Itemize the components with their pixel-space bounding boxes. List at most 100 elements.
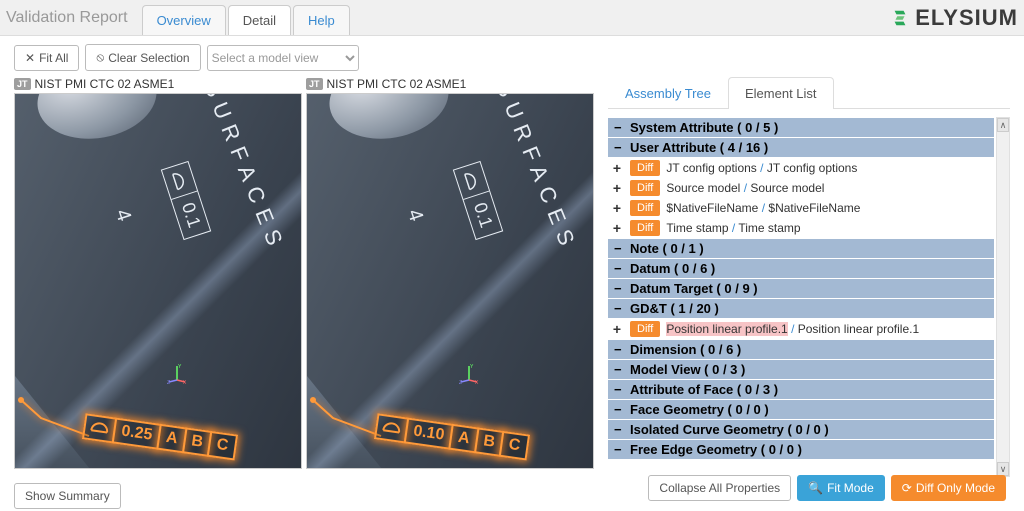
section-title: Free Edge Geometry ( 0 / 0 ) — [630, 442, 802, 457]
tab-assembly-tree[interactable]: Assembly Tree — [608, 77, 728, 109]
section-title: System Attribute ( 0 / 5 ) — [630, 120, 778, 135]
toolbar: ✕ Fit All ⦸ Clear Selection Select a mod… — [0, 36, 1024, 77]
viewer-right: JT NIST PMI CTC 02 ASME1 4 0.1 SURFACES … — [306, 77, 594, 477]
axis-triad-icon: Y X Z — [459, 364, 479, 384]
section-isolated-curve-geometry[interactable]: −Isolated Curve Geometry ( 0 / 0 ) — [608, 420, 994, 439]
section-user-attribute[interactable]: −User Attribute ( 4 / 16 ) — [608, 138, 994, 157]
jt-badge: JT — [14, 78, 31, 90]
user-attr-row: + Diff $NativeFileName / $NativeFileName — [608, 198, 994, 218]
diff-b: JT config options — [767, 161, 858, 175]
user-attr-row: + Diff JT config options / JT config optio… — [608, 158, 994, 178]
fit-all-button[interactable]: ✕ Fit All — [14, 45, 79, 71]
section-title: Datum Target ( 0 / 9 ) — [630, 281, 758, 296]
section-title: Datum ( 0 / 6 ) — [630, 261, 715, 276]
diff-pair: JT config options / JT config options — [666, 161, 857, 175]
svg-text:X: X — [475, 380, 479, 384]
scroll-up-icon[interactable]: ∧ — [997, 118, 1009, 132]
scrollbar[interactable]: ∧ ∨ — [996, 117, 1010, 477]
expand-icon[interactable]: + — [610, 200, 624, 216]
tab-element-list[interactable]: Element List — [728, 77, 834, 109]
diff-only-label: Diff Only Mode — [916, 481, 995, 495]
section-attribute-of-face[interactable]: −Attribute of Face ( 0 / 3 ) — [608, 380, 994, 399]
section-gdt[interactable]: −GD&T ( 1 / 20 ) — [608, 299, 994, 318]
magnifier-icon: 🔍 — [808, 481, 823, 495]
section-datum-target[interactable]: −Datum Target ( 0 / 9 ) — [608, 279, 994, 298]
clear-selection-button[interactable]: ⦸ Clear Selection — [85, 44, 200, 71]
section-title: Attribute of Face ( 0 / 3 ) — [630, 382, 778, 397]
collapse-icon: − — [614, 402, 624, 417]
section-title: Dimension ( 0 / 6 ) — [630, 342, 741, 357]
section-datum[interactable]: −Datum ( 0 / 6 ) — [608, 259, 994, 278]
svg-text:Z: Z — [459, 380, 462, 384]
tab-detail[interactable]: Detail — [228, 5, 291, 35]
section-title: Note ( 0 / 1 ) — [630, 241, 704, 256]
diff-a: Position linear profile.1 — [666, 322, 787, 336]
properties-panel: Assembly Tree Element List ∧ ∨ −System A… — [608, 77, 1010, 477]
collapse-icon: − — [614, 120, 624, 135]
diff-b: Source model — [750, 181, 824, 195]
viewer-left-canvas[interactable]: 4 0.1 SURFACES Y X Z 0.25 — [14, 93, 302, 469]
diff-a: Source model — [666, 181, 740, 195]
section-model-view[interactable]: −Model View ( 0 / 3 ) — [608, 360, 994, 379]
viewer-left-name: NIST PMI CTC 02 ASME1 — [35, 77, 175, 91]
tab-overview[interactable]: Overview — [142, 5, 226, 35]
collapse-icon: − — [614, 241, 624, 256]
diff-badge: Diff — [630, 220, 660, 236]
collapse-icon: − — [614, 342, 624, 357]
diff-pair: $NativeFileName / $NativeFileName — [666, 201, 860, 215]
expand-icon[interactable]: + — [610, 160, 624, 176]
diff-a: JT config options — [666, 161, 757, 175]
diff-sep: / — [762, 201, 765, 215]
section-title: Face Geometry ( 0 / 0 ) — [630, 402, 769, 417]
collapse-icon: − — [614, 382, 624, 397]
show-summary-button[interactable]: Show Summary — [14, 483, 121, 509]
scroll-down-icon[interactable]: ∨ — [997, 462, 1009, 476]
svg-text:X: X — [183, 380, 187, 384]
diff-pair: Time stamp / Time stamp — [666, 221, 800, 235]
section-title: GD&T ( 1 / 20 ) — [630, 301, 719, 316]
collapse-icon: − — [614, 422, 624, 437]
gdt-row: + Diff Position linear profile.1 / Positio… — [608, 319, 994, 339]
expand-icon[interactable]: + — [610, 321, 624, 337]
section-note[interactable]: −Note ( 0 / 1 ) — [608, 239, 994, 258]
main-area: JT NIST PMI CTC 02 ASME1 4 0.1 SURFACES … — [0, 77, 1024, 477]
clear-selection-label: Clear Selection — [108, 51, 189, 65]
svg-text:Y: Y — [178, 364, 182, 370]
viewer-left-title: JT NIST PMI CTC 02 ASME1 — [14, 77, 302, 91]
user-attr-row: + Diff Source model / Source model — [608, 178, 994, 198]
collapse-icon: − — [614, 301, 624, 316]
expand-icon[interactable]: + — [610, 180, 624, 196]
fcf-datum-c: C — [499, 431, 530, 461]
collapse-all-button[interactable]: Collapse All Properties — [648, 475, 791, 501]
section-free-edge-geometry[interactable]: −Free Edge Geometry ( 0 / 0 ) — [608, 440, 994, 459]
diff-badge: Diff — [630, 200, 660, 216]
panel-body: ∧ ∨ −System Attribute ( 0 / 5 ) −User At… — [608, 109, 1010, 477]
topbar: Validation Report Overview Detail Help E… — [0, 0, 1024, 36]
fit-all-label: Fit All — [39, 51, 68, 65]
diff-only-mode-button[interactable]: ⟳ Diff Only Mode — [891, 475, 1006, 501]
brand-logo: ELYSIUM — [891, 5, 1018, 31]
diff-pair: Position linear profile.1 / Position lin… — [666, 322, 919, 336]
section-title: User Attribute ( 4 / 16 ) — [630, 140, 768, 155]
viewer-right-canvas[interactable]: 4 0.1 SURFACES Y X Z 0.10 — [306, 93, 594, 469]
section-face-geometry[interactable]: −Face Geometry ( 0 / 0 ) — [608, 400, 994, 419]
diff-badge: Diff — [630, 180, 660, 196]
diff-badge: Diff — [630, 321, 660, 337]
section-dimension[interactable]: −Dimension ( 0 / 6 ) — [608, 340, 994, 359]
section-system-attribute[interactable]: −System Attribute ( 0 / 5 ) — [608, 118, 994, 137]
collapse-icon: − — [614, 362, 624, 377]
expand-icon[interactable]: + — [610, 220, 624, 236]
fit-mode-label: Fit Mode — [827, 481, 874, 495]
footer-buttons: Collapse All Properties 🔍 Fit Mode ⟳ Dif… — [648, 475, 1006, 501]
tab-help[interactable]: Help — [293, 5, 350, 35]
section-title: Model View ( 0 / 3 ) — [630, 362, 745, 377]
brand-name: ELYSIUM — [915, 5, 1018, 31]
fcf-datum-c: C — [207, 431, 238, 461]
svg-text:Y: Y — [470, 364, 474, 370]
model-view-select[interactable]: Select a model view — [207, 45, 359, 71]
viewer-right-title: JT NIST PMI CTC 02 ASME1 — [306, 77, 594, 91]
section-title: Isolated Curve Geometry ( 0 / 0 ) — [630, 422, 829, 437]
fit-mode-button[interactable]: 🔍 Fit Mode — [797, 475, 885, 501]
diff-sep: / — [744, 181, 747, 195]
diff-badge: Diff — [630, 160, 660, 176]
